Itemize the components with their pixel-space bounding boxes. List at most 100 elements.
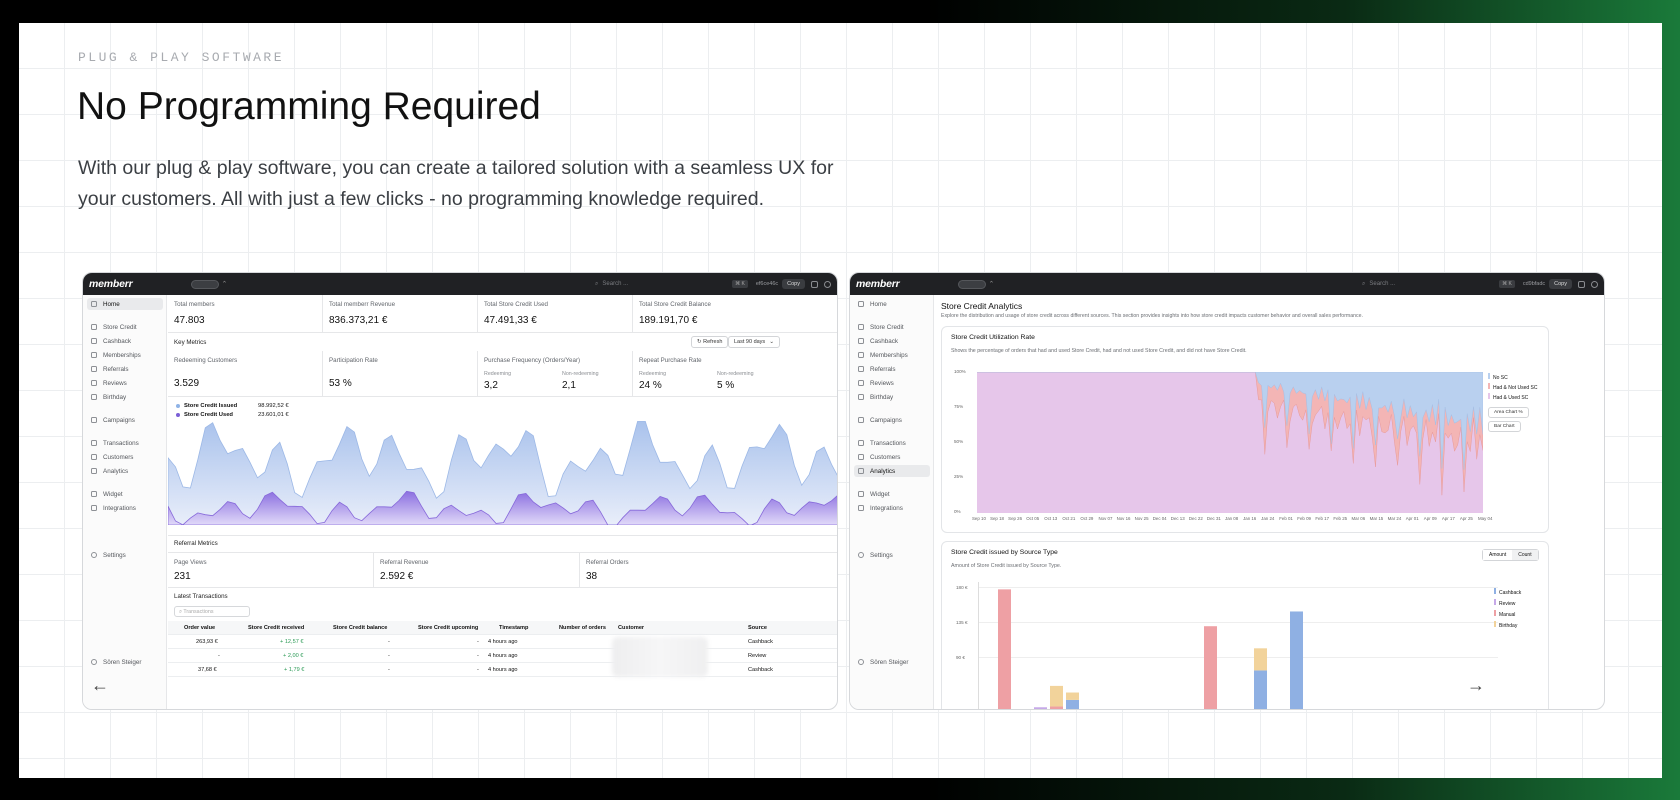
shortcut-badge: ⌘ K: [732, 280, 748, 288]
notification-icon[interactable]: [811, 280, 818, 288]
sidebar-item-memberships[interactable]: Memberships: [854, 349, 930, 361]
sidebar-item-referrals[interactable]: Referrals: [87, 363, 163, 375]
column-header[interactable]: Store Credit received: [248, 625, 304, 631]
help-icon[interactable]: [1591, 280, 1598, 288]
column-header[interactable]: Order value: [184, 625, 215, 631]
column-header[interactable]: Source: [748, 625, 767, 631]
bar[interactable]: [1066, 692, 1079, 700]
bar[interactable]: [1254, 648, 1267, 671]
prev-arrow-icon[interactable]: ←: [91, 675, 109, 696]
next-arrow-icon[interactable]: →: [1467, 675, 1485, 696]
sidebar-item-transactions[interactable]: Transactions: [854, 437, 930, 449]
users-icon: [858, 454, 864, 460]
sidebar-item-reviews[interactable]: Reviews: [854, 377, 930, 389]
column-header[interactable]: Number of orders: [559, 625, 606, 631]
column-header[interactable]: Timestamp: [499, 625, 528, 631]
sidebar-item-cashback[interactable]: Cashback: [854, 335, 930, 347]
date-range-select[interactable]: Last 90 days ⌄: [728, 336, 780, 348]
copy-button[interactable]: Copy: [1549, 279, 1572, 289]
store-selector[interactable]: [190, 279, 219, 289]
sidebar-item-campaigns[interactable]: Campaigns: [87, 414, 163, 426]
plug-icon: [91, 505, 97, 511]
x-tick: Jan 16: [1243, 516, 1257, 521]
area-chart-button[interactable]: Area Chart %: [1488, 407, 1529, 418]
sidebar-item-analytics[interactable]: Analytics: [87, 465, 163, 477]
sidebar-item-birthday[interactable]: Birthday: [854, 391, 930, 403]
x-tick: Mar 24: [1387, 516, 1402, 521]
help-icon[interactable]: [824, 280, 831, 288]
table-row[interactable]: 263,93 € + 12,57 € - - 4 hours ago Cashback: [168, 635, 837, 649]
chevron-down-icon: ⌄: [769, 339, 774, 345]
sidebar-item-referrals[interactable]: Referrals: [854, 363, 930, 375]
amount-toggle[interactable]: Amount: [1483, 550, 1513, 560]
sidebar-item-memberships[interactable]: Memberships: [87, 349, 163, 361]
transactions-search[interactable]: ⌕ Transactions: [174, 606, 250, 617]
store-selector[interactable]: [957, 279, 986, 289]
hero-description: With our plug & play software, you can c…: [78, 157, 834, 210]
bar[interactable]: [1290, 611, 1303, 710]
sidebar-item-label: Transactions: [103, 439, 139, 447]
bar[interactable]: [1050, 685, 1063, 707]
kpi-card: Total Store Credit Balance 189.191,70 €: [633, 295, 837, 333]
sidebar-item-campaigns[interactable]: Campaigns: [854, 414, 930, 426]
user-menu[interactable]: Sören Steiger: [87, 656, 163, 668]
cell-balance: -: [388, 639, 390, 645]
sidebar-item-integrations[interactable]: Integrations: [854, 502, 930, 514]
sidebar-item-reviews[interactable]: Reviews: [87, 377, 163, 389]
x-tick: Oct 29: [1080, 516, 1094, 521]
x-tick: Sep 10: [972, 516, 986, 521]
sidebar-item-cashback[interactable]: Cashback: [87, 335, 163, 347]
table-row[interactable]: - + 2,00 € - - 4 hours ago Review: [168, 649, 837, 663]
tag-icon: [91, 324, 97, 330]
refresh-button[interactable]: ↻ Refresh: [691, 336, 729, 348]
bar[interactable]: [1204, 626, 1217, 710]
bar[interactable]: [1034, 707, 1047, 710]
metric-value: 5 %: [717, 380, 735, 391]
sidebar-item-label: Settings: [103, 551, 126, 559]
bar[interactable]: [1254, 670, 1267, 710]
column-header[interactable]: Store Credit balance: [333, 625, 387, 631]
column-header[interactable]: Store Credit upcoming: [418, 625, 478, 631]
search-bar[interactable]: ⌕ Search ... ⌘ K: [1362, 280, 1515, 288]
table-row[interactable]: 37,68 € + 1,79 € - - 4 hours ago Cashback: [168, 663, 837, 677]
sidebar-item-label: Integrations: [103, 504, 136, 512]
x-tick: Apr 17: [1441, 516, 1455, 521]
sidebar-item-birthday[interactable]: Birthday: [87, 391, 163, 403]
sidebar-item-integrations[interactable]: Integrations: [87, 502, 163, 514]
kpi-label: Total memberr Revenue: [329, 301, 396, 308]
metric-value: 53 %: [329, 378, 352, 389]
sidebar-item-store-credit[interactable]: Store Credit: [854, 321, 930, 333]
sidebar-item-analytics[interactable]: Analytics: [854, 465, 930, 477]
x-tick: Feb 25: [1333, 516, 1348, 521]
sidebar-item-label: Campaigns: [870, 416, 902, 424]
sidebar-item-widget[interactable]: Widget: [854, 488, 930, 500]
notification-icon[interactable]: [1578, 280, 1585, 288]
cell-time: 4 hours ago: [488, 653, 518, 659]
sidebar-item-customers[interactable]: Customers: [87, 451, 163, 463]
metric-label: Referral Revenue: [380, 559, 429, 566]
sidebar-item-widget[interactable]: Widget: [87, 488, 163, 500]
amount-count-toggle[interactable]: Amount Count: [1482, 549, 1539, 561]
sidebar-item-store-credit[interactable]: Store Credit: [87, 321, 163, 333]
x-tick: Oct 05: [1026, 516, 1040, 521]
bar-chart-button[interactable]: Bar Chart: [1488, 421, 1521, 432]
legend-value: 98.992,52 €: [258, 403, 289, 409]
sidebar-item-settings[interactable]: Settings: [87, 549, 163, 561]
bar[interactable]: [1066, 699, 1079, 710]
sidebar-item-customers[interactable]: Customers: [854, 451, 930, 463]
count-toggle[interactable]: Count: [1512, 550, 1538, 560]
user-name: Sören Steiger: [870, 658, 909, 666]
sidebar-item-settings[interactable]: Settings: [854, 549, 930, 561]
column-header[interactable]: Customer: [618, 625, 644, 631]
y-tick: 180 €: [956, 585, 968, 590]
sidebar-item-transactions[interactable]: Transactions: [87, 437, 163, 449]
sidebar-item-home[interactable]: Home: [87, 298, 163, 310]
bar[interactable]: [998, 589, 1011, 710]
x-tick: Apr 09: [1423, 516, 1437, 521]
search-bar[interactable]: ⌕ Search ... ⌘ K: [595, 280, 748, 288]
user-menu[interactable]: Sören Steiger: [854, 656, 930, 668]
bar[interactable]: [1050, 706, 1063, 710]
sidebar-item-home[interactable]: Home: [854, 298, 930, 310]
legend-item: Manual: [1494, 610, 1521, 621]
copy-button[interactable]: Copy: [782, 279, 805, 289]
